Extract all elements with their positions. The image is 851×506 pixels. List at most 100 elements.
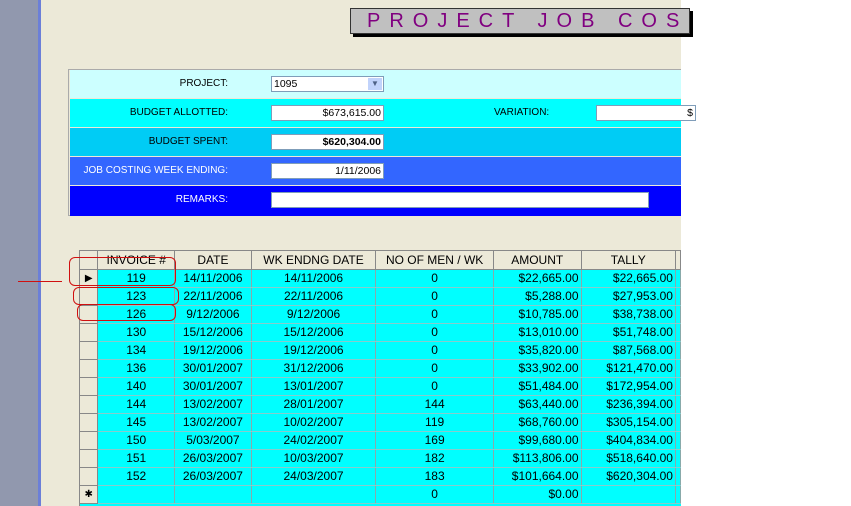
cell-tally[interactable]: $404,834.00 [581,431,676,450]
record-selector[interactable] [80,341,99,360]
cell-tally[interactable]: $518,640.00 [581,449,676,468]
cell-extra[interactable] [675,467,682,486]
cell-date[interactable]: 13/02/2007 [174,413,252,432]
cell-amount[interactable]: $13,010.00 [493,323,582,342]
cell-date[interactable]: 22/11/2006 [174,287,252,306]
cell-tally[interactable]: $305,154.00 [581,413,676,432]
cell-date[interactable]: 14/11/2006 [174,269,252,288]
column-header-men-per-week[interactable]: NO OF MEN / WK [375,251,494,270]
record-selector[interactable] [80,395,99,414]
record-selector[interactable] [80,431,99,450]
cell-date[interactable] [174,485,252,504]
cell-tally[interactable] [581,485,676,504]
cell-amount[interactable]: $5,288.00 [493,287,582,306]
cell-invoice[interactable]: 136 [97,359,176,378]
cell-date[interactable]: 26/03/2007 [174,449,252,468]
cell-wk-ending-date[interactable]: 24/02/2007 [251,431,377,450]
cell-amount[interactable]: $101,664.00 [493,467,582,486]
project-combo[interactable]: 1095 ▼ [271,76,384,92]
cell-date[interactable]: 13/02/2007 [174,395,252,414]
cell-wk-ending-date[interactable]: 15/12/2006 [251,323,377,342]
cell-extra[interactable] [675,323,682,342]
cell-men-per-week[interactable]: 0 [375,377,494,396]
cell-extra[interactable] [675,449,682,468]
column-header-date[interactable]: DATE [174,251,252,270]
cell-wk-ending-date[interactable]: 10/02/2007 [251,413,377,432]
cell-men-per-week[interactable]: 0 [375,485,494,504]
table-row[interactable]: 152 26/03/2007 24/03/2007 183 $101,664.00 $62… [80,467,682,486]
cell-extra[interactable] [675,431,682,450]
cell-invoice[interactable]: 144 [97,395,176,414]
record-selector[interactable] [80,449,99,468]
table-row[interactable]: 151 26/03/2007 10/03/2007 182 $113,806.00 $51… [80,449,682,468]
cell-amount[interactable]: $63,440.00 [493,395,582,414]
cell-date[interactable]: 9/12/2006 [174,305,252,324]
cell-tally[interactable]: $22,665.00 [581,269,676,288]
cell-men-per-week[interactable]: 119 [375,413,494,432]
table-row[interactable]: 136 30/01/2007 31/12/2006 0 $33,902.00 $121,4… [80,359,682,378]
cell-tally[interactable]: $27,953.00 [581,287,676,306]
cell-amount[interactable]: $68,760.00 [493,413,582,432]
cell-tally[interactable]: $121,470.00 [581,359,676,378]
new-record-icon[interactable]: ✱ [80,485,99,504]
cell-extra[interactable] [675,359,682,378]
cell-date[interactable]: 30/01/2007 [174,359,252,378]
remarks-field[interactable] [271,192,649,208]
cell-invoice[interactable]: 151 [97,449,176,468]
cell-tally[interactable]: $172,954.00 [581,377,676,396]
cell-extra[interactable] [675,287,682,306]
cell-wk-ending-date[interactable]: 28/01/2007 [251,395,377,414]
cell-extra[interactable] [675,341,682,360]
table-row[interactable]: 150 5/03/2007 24/02/2007 169 $99,680.00 $404,… [80,431,682,450]
record-selector[interactable] [80,467,99,486]
cell-wk-ending-date[interactable]: 19/12/2006 [251,341,377,360]
cell-invoice[interactable]: 130 [97,323,176,342]
table-row[interactable]: 134 19/12/2006 19/12/2006 0 $35,820.00 $87,56… [80,341,682,360]
cell-invoice[interactable]: 150 [97,431,176,450]
budget-allotted-field[interactable]: $673,615.00 [271,105,384,121]
cell-tally[interactable]: $620,304.00 [581,467,676,486]
cell-men-per-week[interactable]: 0 [375,341,494,360]
cell-men-per-week[interactable]: 183 [375,467,494,486]
cell-amount[interactable]: $33,902.00 [493,359,582,378]
budget-spent-field[interactable]: $620,304.00 [271,134,384,150]
cell-men-per-week[interactable]: 144 [375,395,494,414]
cell-amount[interactable]: $113,806.00 [493,449,582,468]
cell-extra[interactable] [675,395,682,414]
cell-amount[interactable]: $10,785.00 [493,305,582,324]
cell-men-per-week[interactable]: 0 [375,269,494,288]
cell-men-per-week[interactable]: 0 [375,287,494,306]
cell-invoice[interactable]: 140 [97,377,176,396]
cell-amount[interactable]: $22,665.00 [493,269,582,288]
cell-amount[interactable]: $51,484.00 [493,377,582,396]
cell-date[interactable]: 19/12/2006 [174,341,252,360]
cell-extra[interactable] [675,413,682,432]
cell-men-per-week[interactable]: 0 [375,305,494,324]
new-record-row[interactable]: ✱ 0 $0.00 [80,485,682,504]
column-header-tally[interactable]: TALLY [581,251,676,270]
cell-wk-ending-date[interactable]: 13/01/2007 [251,377,377,396]
column-header-wk-ending-date[interactable]: WK ENDNG DATE [251,251,377,270]
table-row[interactable]: 145 13/02/2007 10/02/2007 119 $68,760.00 $305… [80,413,682,432]
cell-wk-ending-date[interactable]: 14/11/2006 [251,269,377,288]
column-header-extra[interactable] [675,251,682,270]
cell-men-per-week[interactable]: 169 [375,431,494,450]
cell-extra[interactable] [675,269,682,288]
cell-wk-ending-date[interactable]: 22/11/2006 [251,287,377,306]
record-selector[interactable] [80,377,99,396]
cell-wk-ending-date[interactable]: 24/03/2007 [251,467,377,486]
cell-extra[interactable] [675,377,682,396]
cell-invoice[interactable]: 145 [97,413,176,432]
cell-amount[interactable]: $99,680.00 [493,431,582,450]
record-selector[interactable] [80,413,99,432]
cell-amount[interactable]: $35,820.00 [493,341,582,360]
variation-field[interactable]: $ [596,105,696,121]
cell-tally[interactable]: $236,394.00 [581,395,676,414]
record-selector[interactable] [80,323,99,342]
cell-men-per-week[interactable]: 0 [375,323,494,342]
cell-invoice[interactable]: 134 [97,341,176,360]
cell-invoice[interactable] [97,485,176,504]
chevron-down-icon[interactable]: ▼ [368,78,382,90]
cell-men-per-week[interactable]: 182 [375,449,494,468]
table-row[interactable]: 140 30/01/2007 13/01/2007 0 $51,484.00 $172,9… [80,377,682,396]
